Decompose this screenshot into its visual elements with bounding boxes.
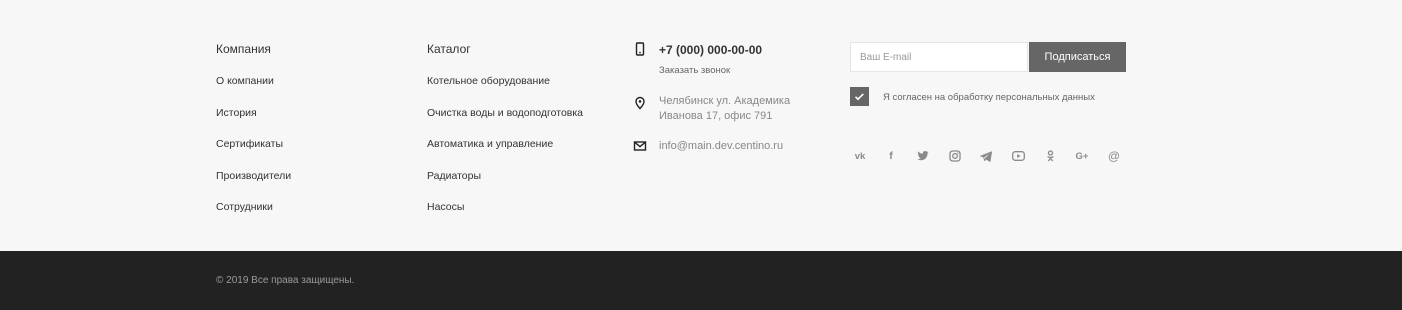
vk-glyph: vk [854, 150, 866, 162]
location-pin-icon [633, 96, 647, 110]
company-heading: Компания [216, 42, 271, 56]
company-links: О компании История Сертификаты Производи… [216, 73, 291, 231]
list-item: Насосы [427, 199, 583, 231]
facebook-glyph: f [889, 150, 893, 162]
catalog-link-water-treatment[interactable]: Очистка воды и водоподготовка [427, 107, 583, 119]
callback-link[interactable]: Заказать звонок [659, 65, 730, 76]
list-item: Автоматика и управление [427, 136, 583, 168]
email-link[interactable]: info@main.dev.centino.ru [659, 140, 783, 152]
facebook-icon[interactable]: f [883, 148, 899, 164]
company-link-manufacturers[interactable]: Производители [216, 170, 291, 182]
twitter-icon[interactable] [915, 148, 931, 164]
company-link-certificates[interactable]: Сертификаты [216, 138, 283, 150]
company-link-history[interactable]: История [216, 107, 257, 119]
catalog-column: Каталог Котельное оборудование Очистка в… [427, 42, 583, 231]
youtube-icon[interactable] [1010, 148, 1026, 164]
list-item: Сертификаты [216, 136, 291, 168]
list-item: Очистка воды и водоподготовка [427, 105, 583, 137]
list-item: История [216, 105, 291, 137]
footer-top: Компания О компании История Сертификаты … [0, 0, 1402, 251]
catalog-heading: Каталог [427, 42, 471, 56]
address-line-2: Иванова 17, офис 791 [659, 110, 773, 122]
subscribe-button[interactable]: Подписаться [1029, 42, 1126, 72]
consent-label: Я согласен на обработку персональных дан… [883, 92, 1095, 103]
list-item: Сотрудники [216, 199, 291, 231]
list-item: Производители [216, 168, 291, 200]
company-column: Компания О компании История Сертификаты … [216, 42, 291, 231]
catalog-links: Котельное оборудование Очистка воды и во… [427, 73, 583, 231]
list-item: Котельное оборудование [427, 73, 583, 105]
checkmark-icon [854, 93, 864, 101]
footer-bottom: © 2019 Все права защищены. [0, 251, 1402, 310]
catalog-link-pumps[interactable]: Насосы [427, 201, 464, 213]
list-item: О компании [216, 73, 291, 105]
address-line-1: Челябинск ул. Академика [659, 95, 791, 107]
email-at-glyph: @ [1107, 149, 1121, 163]
telegram-icon[interactable] [978, 148, 994, 164]
phone-number[interactable]: +7 (000) 000-00-00 [659, 43, 762, 57]
email-field[interactable] [850, 42, 1028, 72]
phone-icon [633, 42, 647, 56]
list-item: Радиаторы [427, 168, 583, 200]
instagram-icon[interactable] [947, 148, 963, 164]
email-at-icon[interactable]: @ [1106, 148, 1122, 164]
vk-icon[interactable]: vk [852, 148, 868, 164]
address-text: Челябинск ул. Академика Иванова 17, офис… [659, 94, 790, 124]
company-link-staff[interactable]: Сотрудники [216, 201, 273, 213]
company-link-about[interactable]: О компании [216, 75, 274, 87]
catalog-link-boilers[interactable]: Котельное оборудование [427, 75, 550, 87]
catalog-link-automation[interactable]: Автоматика и управление [427, 138, 553, 150]
copyright: © 2019 Все права защищены. [216, 275, 355, 286]
envelope-icon [633, 139, 647, 153]
google-plus-icon[interactable]: G+ [1074, 148, 1090, 164]
consent-checkbox[interactable] [850, 87, 869, 106]
odnoklassniki-icon[interactable] [1042, 148, 1058, 164]
google-plus-glyph: G+ [1075, 150, 1089, 162]
catalog-link-radiators[interactable]: Радиаторы [427, 170, 481, 182]
